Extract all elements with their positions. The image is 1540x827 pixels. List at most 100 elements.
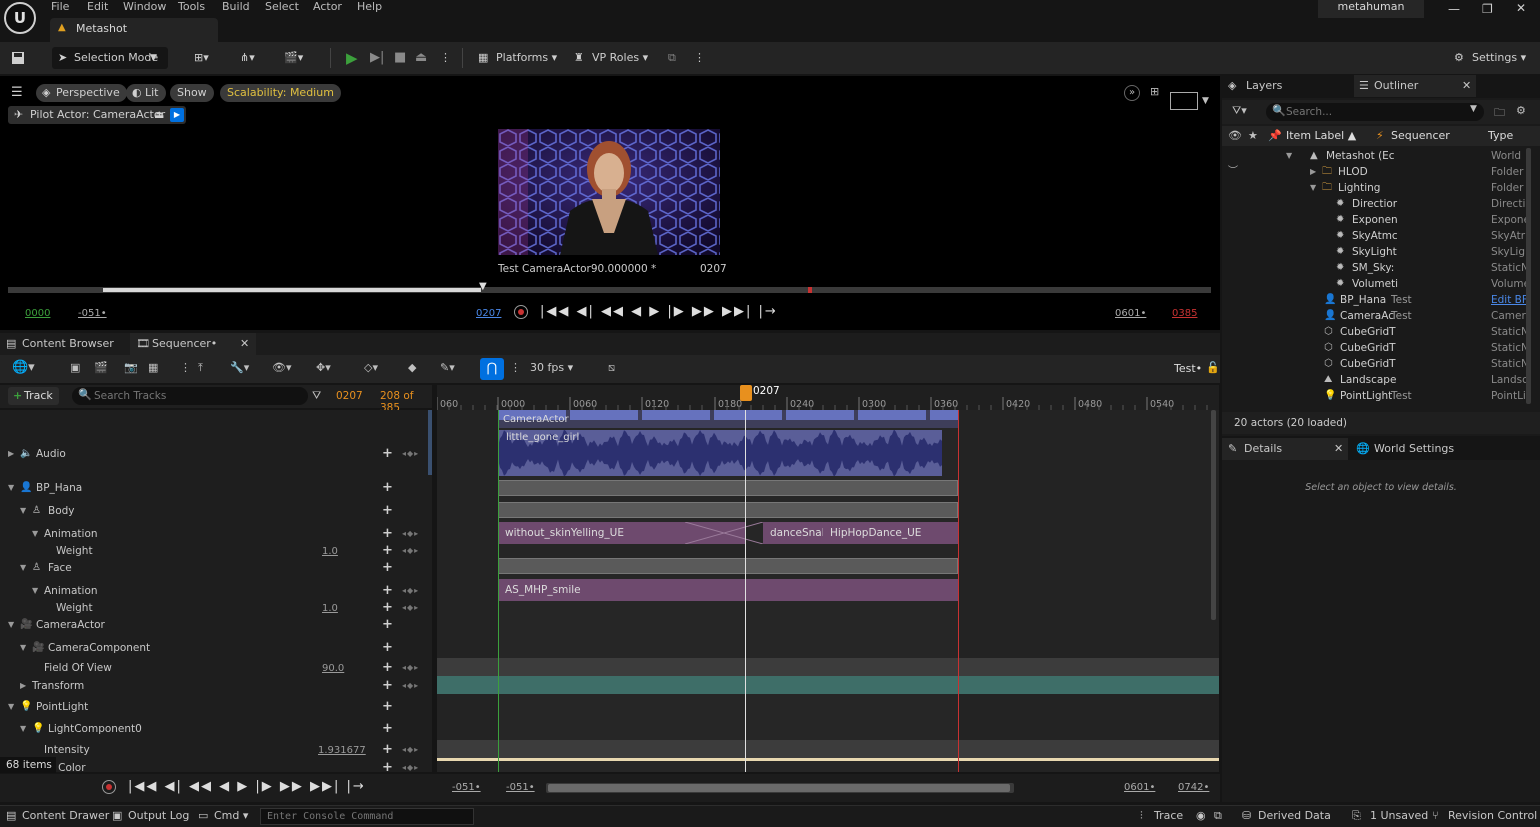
chevron-right-icon[interactable]: ▶ [8, 444, 14, 464]
minimize-icon[interactable]: — [1448, 2, 1460, 16]
edit-icon[interactable]: ✎▾ [440, 361, 455, 374]
perspective-button[interactable]: ◈ Perspective [36, 84, 127, 102]
outliner-search-field[interactable] [1286, 104, 1466, 120]
level-viewport[interactable]: ☰ ◈ Perspective ◐ Lit Show Scalability: … [0, 76, 1220, 330]
chevron-down-icon[interactable]: ▼ [20, 638, 26, 658]
tools-icon[interactable]: 🔧▾ [230, 361, 249, 374]
chevron-down-icon[interactable]: ▼ [20, 558, 26, 578]
item-label-column[interactable]: Item Label ▲ [1286, 126, 1356, 146]
more-options-icon[interactable]: ⋮ [440, 47, 451, 69]
tab-world-settings[interactable]: 🌐 World Settings [1356, 438, 1454, 460]
time-ruler[interactable]: 060 0000 0060 0120 0180 0240 0300 0360 0420 0480 0… [437, 385, 1219, 410]
platforms-dropdown[interactable]: ▦ Platforms ▾ [478, 47, 557, 69]
snapshot-icon[interactable]: 📷 [124, 361, 138, 374]
menu-actor[interactable]: Actor [313, 0, 342, 13]
outliner-row[interactable]: 💡 PointLight Test PointLi [1222, 388, 1540, 404]
console-command-input[interactable] [260, 808, 474, 825]
save-sequence-icon[interactable]: ▣ [70, 361, 80, 374]
outliner-row[interactable]: ⬡ CubeGridT StaticN [1222, 340, 1540, 356]
outliner-scrollbar[interactable] [1526, 148, 1531, 404]
menu-build[interactable]: Build [222, 0, 250, 13]
pilot-actor-bar[interactable]: ✈ Pilot Actor: CameraActor ⏏ ▶ [8, 106, 186, 124]
camera-icon[interactable]: ▶ [170, 108, 184, 122]
body-anim-clip-2[interactable]: danceSnake [763, 522, 823, 544]
menu-tools[interactable]: Tools [178, 0, 205, 13]
world-icon[interactable]: 🌐▾ [12, 360, 35, 375]
stop-icon[interactable]: ■ [394, 47, 406, 69]
lock-icon[interactable]: 🔓 [1206, 361, 1220, 374]
add-key-icon[interactable]: + [382, 719, 393, 739]
chevron-down-icon[interactable]: ▼ [8, 478, 14, 498]
tab-layers[interactable]: ◈ Layers [1228, 75, 1282, 97]
favorite-column-icon[interactable]: ★ [1248, 126, 1258, 146]
chevron-right-icon[interactable]: ▶ [20, 676, 26, 696]
search-tracks-input[interactable]: 🔍 [72, 387, 308, 405]
record-icon[interactable] [102, 780, 116, 794]
working-end-frame[interactable]: 0601• [1124, 782, 1155, 793]
current-frame-field[interactable]: 0207 [336, 390, 363, 402]
restore-icon[interactable]: ❐ [1482, 2, 1493, 16]
outliner-search[interactable]: 🔍 ▼ [1266, 103, 1484, 121]
track-row[interactable]: Field Of View 90.0 + ◂◆▸ [0, 658, 432, 678]
playhead-handle[interactable] [740, 385, 752, 401]
track-row[interactable]: ▼ 🎥 CameraActor + [0, 615, 432, 635]
timeline-scrollbar[interactable] [1211, 410, 1216, 620]
playhead-line[interactable] [745, 410, 746, 772]
add-key-icon[interactable]: + [382, 478, 393, 498]
track-row[interactable]: ▼ 👤 BP_Hana + [0, 478, 432, 498]
revision-control-button[interactable]: ⑂ Revision Control [1432, 809, 1537, 822]
sequencer-column[interactable]: Sequencer [1391, 126, 1450, 146]
search-tracks-field[interactable] [94, 388, 294, 404]
current-frame[interactable]: 0207 [476, 308, 501, 319]
prestart-frame[interactable]: -051• [78, 308, 107, 319]
filter-icon[interactable]: ⛛ [312, 389, 321, 403]
snap-magnet-icon[interactable]: ⋂ [480, 358, 504, 380]
keyframe-nav-icon[interactable]: ◂◆▸ [402, 740, 419, 760]
playback-controls[interactable]: |◀◀ ◀| ◀◀ ◀ ▶ |▶ ▶▶ ▶▶| |→ [540, 304, 778, 319]
output-log-button[interactable]: ▣ Output Log [112, 809, 189, 822]
sequencer-timeline[interactable]: CameraActor little_gone_girl without_ski… [437, 410, 1219, 772]
add-key-icon[interactable]: + [382, 615, 393, 635]
chevron-down-icon[interactable]: ▼ [1286, 148, 1292, 164]
view-end-frame[interactable]: 0742• [1178, 782, 1209, 793]
camera-cut-track[interactable]: CameraActor [498, 410, 958, 428]
close-tab-icon[interactable]: ✕ [1462, 75, 1471, 97]
tab-details[interactable]: ✎ Details ✕ [1222, 438, 1348, 460]
scalability-badge[interactable]: Scalability: Medium [220, 84, 341, 102]
eject-icon[interactable]: ⏏ [415, 47, 427, 69]
outliner-row[interactable]: ⬡ CubeGridT StaticN [1222, 356, 1540, 372]
save-icon[interactable] [10, 47, 26, 69]
close-tab-icon[interactable]: ✕ [240, 333, 249, 355]
tab-outliner[interactable]: ☰ Outliner ✕ [1354, 75, 1476, 97]
body-anim-clip-3[interactable]: HipHopDance_UE [823, 522, 958, 544]
show-button[interactable]: Show [170, 84, 214, 102]
pin-column-icon[interactable]: 📌 [1268, 126, 1282, 146]
sequencer-playback-controls[interactable]: |◀◀ ◀| ◀◀ ◀ ▶ |▶ ▶▶ ▶▶| |→ [128, 779, 366, 794]
outliner-row[interactable]: ▶ 🗀 HLOD Folder [1222, 164, 1540, 180]
fov-track-row[interactable] [437, 658, 1219, 676]
scrub-handle[interactable]: ▼ [479, 281, 487, 292]
actor-type[interactable]: Edit BF [1491, 292, 1527, 308]
track-row[interactable]: Intensity 1.931677 + ◂◆▸ [0, 740, 432, 760]
unreal-logo[interactable]: U [4, 2, 36, 34]
chevron-down-icon[interactable]: ▼ [8, 615, 14, 635]
close-tab-icon[interactable]: ✕ [1334, 438, 1343, 460]
add-actor-icon[interactable]: ⊞▾ [194, 47, 209, 69]
outliner-row[interactable]: ✹ SkyLight SkyLig [1222, 244, 1540, 260]
track-row[interactable]: ▼ 💡 LightComponent0 + [0, 719, 432, 739]
working-start-frame[interactable]: -051• [506, 782, 535, 793]
face-section[interactable] [498, 558, 958, 574]
menu-window[interactable]: Window [123, 0, 166, 13]
light-color-track[interactable] [437, 758, 1219, 761]
content-drawer-button[interactable]: ▤ Content Drawer [6, 809, 109, 822]
add-key-icon[interactable]: + [382, 658, 393, 678]
keyframe-nav-icon[interactable]: ◂◆▸ [402, 658, 419, 678]
unsaved-button[interactable]: ⎘ 1 Unsaved [1352, 809, 1428, 822]
transform-icon[interactable]: ✥▾ [316, 361, 331, 374]
hidden-eye-icon[interactable]: ︶ [1228, 162, 1238, 177]
outliner-row[interactable]: ⬡ CubeGridT StaticN [1222, 324, 1540, 340]
face-anim-clip[interactable]: AS_MHP_smile [498, 579, 958, 601]
tracklist-scrollbar[interactable] [428, 410, 432, 475]
trace-button[interactable]: ⫶ Trace [1140, 809, 1183, 822]
record-icon[interactable] [514, 305, 528, 319]
